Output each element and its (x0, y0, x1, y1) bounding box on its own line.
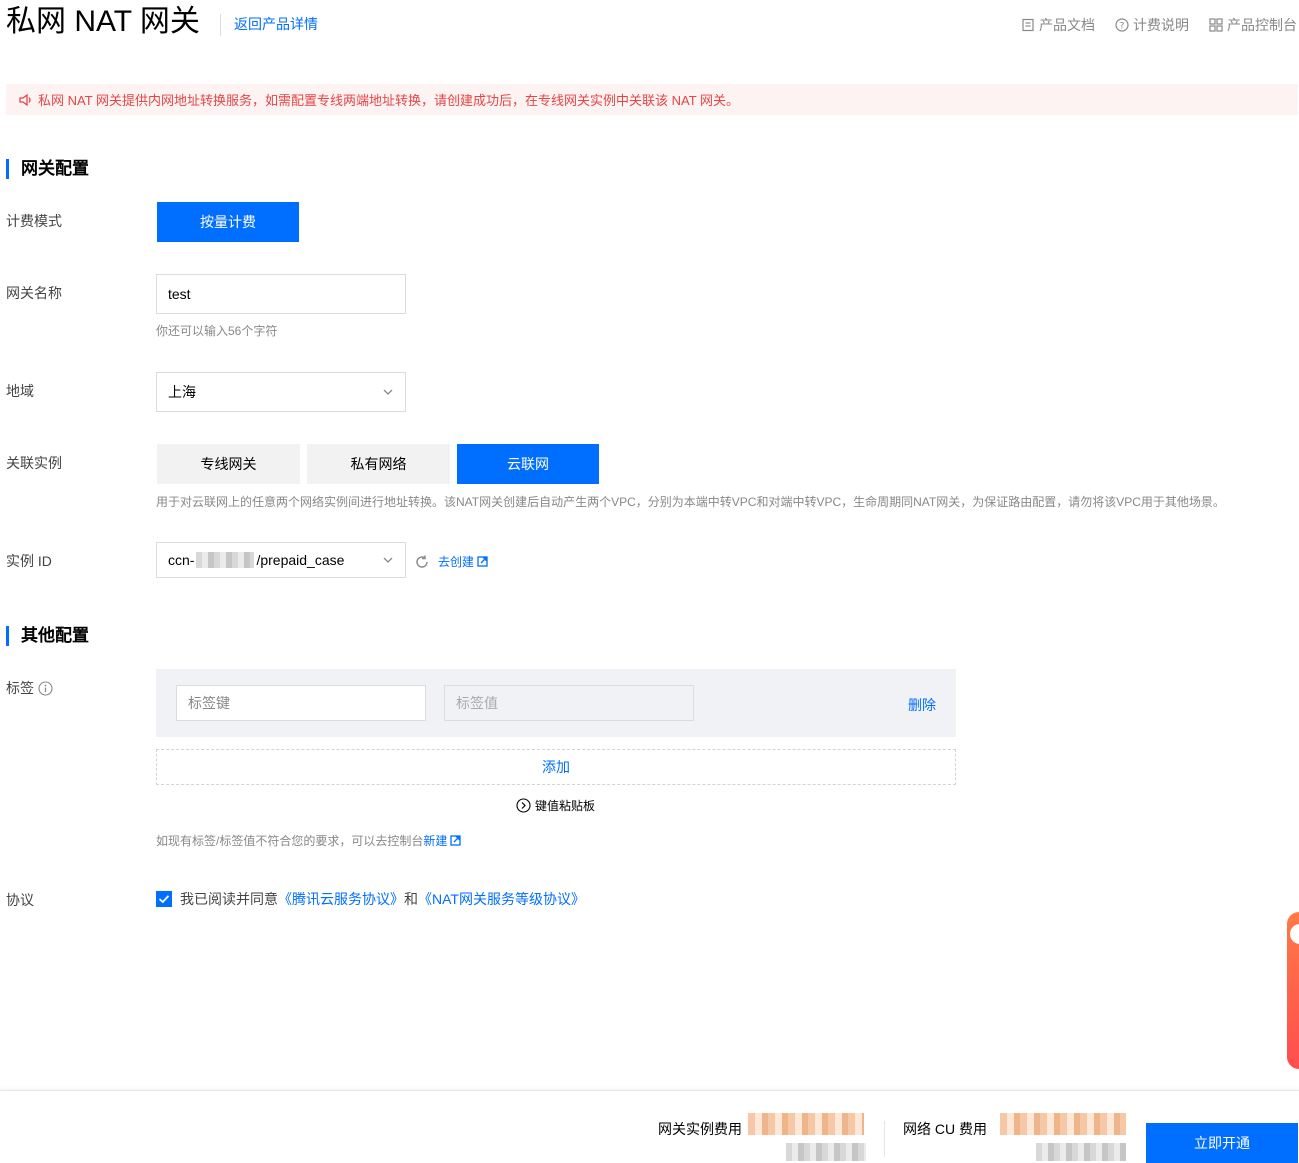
section-title-gateway: 网关配置 (6, 159, 89, 179)
gateway-fee-label: 网关实例费用 (658, 1121, 742, 1137)
tag-add-button[interactable]: 添加 (156, 749, 956, 785)
section-title-other: 其他配置 (6, 626, 89, 646)
external-link-icon (477, 556, 488, 567)
instance-id-label: 实例 ID (6, 553, 52, 569)
instance-type-ccn[interactable]: 云联网 (457, 444, 599, 484)
tag-value-placeholder: 标签值 (456, 695, 498, 711)
billing-docs-label: 计费说明 (1133, 17, 1189, 33)
agreement-label: 协议 (6, 892, 34, 908)
instance-type-label: 关联实例 (6, 455, 62, 471)
submit-open-button[interactable]: 立即开通 (1146, 1123, 1298, 1163)
back-to-product-link[interactable]: 返回产品详情 (220, 14, 318, 36)
info-alert: 私网 NAT 网关提供内网地址转换服务，如需配置专线两端地址转换，请创建成功后，… (6, 84, 1298, 115)
document-icon (1022, 18, 1034, 32)
billing-pay-as-you-go-button[interactable]: 按量计费 (157, 202, 299, 242)
tag-value-input[interactable]: 标签值 (444, 685, 694, 721)
tag-row-panel: 标签键 标签值 删除 (156, 669, 956, 737)
region-select[interactable]: 上海 (156, 372, 406, 412)
tag-hint-row: 如现有标签/标签值不符合您的要求，可以去控制台 新建 (156, 832, 462, 849)
console-link[interactable]: 产品控制台 (1209, 15, 1297, 35)
tag-create-link[interactable]: 新建 (423, 832, 447, 849)
clipboard-label: 键值粘贴板 (535, 799, 596, 813)
agreement-row: 我已阅读并同意 《腾讯云服务协议》 和 《NAT网关服务等级协议》 (156, 889, 585, 909)
instance-id-redacted (196, 552, 255, 568)
chevron-down-icon (383, 557, 393, 563)
fee-divider (884, 1121, 885, 1157)
help-circle-icon: ? (1115, 18, 1129, 32)
chevron-circle-right-icon (516, 798, 531, 813)
tag-key-placeholder: 标签键 (188, 695, 230, 711)
info-icon[interactable] (38, 680, 53, 696)
tag-delete-button[interactable]: 删除 (908, 695, 936, 715)
console-label: 产品控制台 (1227, 17, 1297, 33)
nat-sla-link[interactable]: 《NAT网关服务等级协议》 (418, 889, 585, 909)
purchase-footer: 网关实例费用 网络 CU 费用 立即开通 (0, 1090, 1299, 1163)
page-header: 私网 NAT 网关 返回产品详情 产品文档 ? 计费说明 产品控制台 (0, 0, 1299, 50)
alert-text: 私网 NAT 网关提供内网地址转换服务，如需配置专线两端地址转换，请创建成功后，… (38, 93, 740, 108)
instance-type-hint: 用于对云联网上的任意两个网络实例间进行地址转换。该NAT网关创建后自动产生两个V… (156, 495, 1225, 509)
tencent-cloud-agreement-link[interactable]: 《腾讯云服务协议》 (278, 889, 404, 909)
external-link-icon (450, 835, 462, 846)
instance-id-prefix: ccn- (168, 552, 195, 568)
region-value: 上海 (168, 384, 196, 400)
instance-id-select[interactable]: ccn- /prepaid_case (156, 542, 406, 578)
page-title: 私网 NAT 网关 (6, 5, 200, 38)
grid-icon (1209, 18, 1223, 32)
instance-type-dc-gateway[interactable]: 专线网关 (157, 444, 300, 484)
floating-assistant-widget[interactable] (1287, 912, 1299, 1069)
gateway-name-value: test (168, 286, 191, 302)
billing-mode-label: 计费模式 (6, 213, 62, 229)
create-ccn-link[interactable]: 去创建 (438, 553, 488, 570)
speaker-icon (19, 93, 31, 106)
agreement-and: 和 (404, 891, 418, 907)
billing-docs-link[interactable]: ? 计费说明 (1115, 15, 1189, 35)
refresh-icon[interactable] (414, 554, 430, 570)
instance-type-vpc[interactable]: 私有网络 (307, 444, 450, 484)
chevron-down-icon (383, 389, 393, 395)
clipboard-toggle[interactable]: 键值粘贴板 (516, 797, 595, 814)
gateway-fee-detail-redacted (786, 1143, 866, 1161)
tags-label: 标签 (6, 680, 34, 696)
region-label: 地域 (6, 383, 34, 399)
create-ccn-label: 去创建 (438, 555, 475, 569)
cu-fee-redacted (1000, 1113, 1126, 1135)
cu-fee-label: 网络 CU 费用 (903, 1121, 987, 1137)
agreement-text: 我已阅读并同意 (180, 891, 278, 907)
cu-fee-detail-redacted (1036, 1143, 1126, 1161)
top-links: 产品文档 ? 计费说明 产品控制台 (1021, 15, 1297, 35)
product-docs-label: 产品文档 (1039, 17, 1095, 33)
tag-hint-text: 如现有标签/标签值不符合您的要求，可以去控制台 (156, 834, 424, 848)
tag-key-input[interactable]: 标签键 (176, 685, 426, 721)
name-char-hint: 你还可以输入56个字符 (156, 324, 278, 338)
agreement-checkbox[interactable] (156, 891, 172, 907)
tags-label-row: 标签 (6, 678, 53, 698)
gateway-fee-redacted (748, 1113, 864, 1135)
svg-text:?: ? (1120, 22, 1125, 32)
gateway-name-input[interactable]: test (156, 274, 406, 314)
product-docs-link[interactable]: 产品文档 (1021, 15, 1095, 35)
instance-id-suffix: /prepaid_case (256, 552, 345, 568)
gateway-name-label: 网关名称 (6, 285, 62, 301)
